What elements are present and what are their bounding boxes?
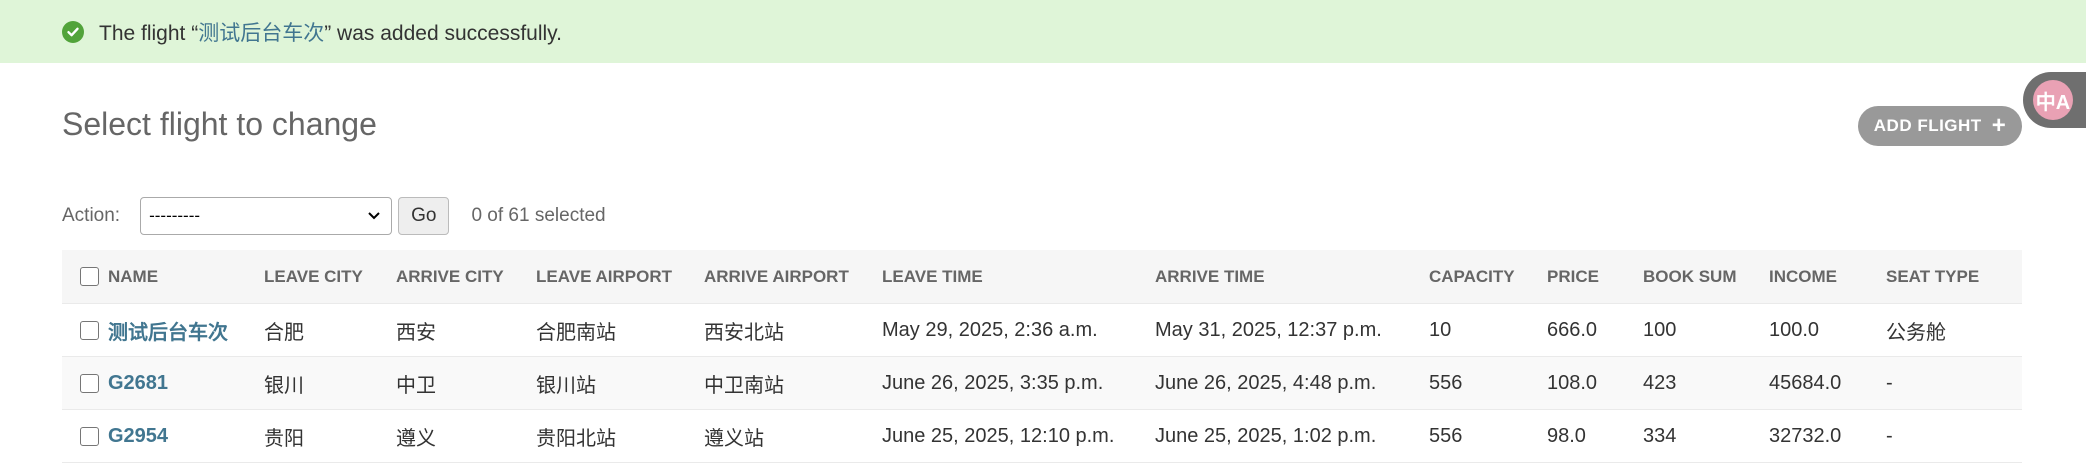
- table-cell: 西安北站: [698, 303, 876, 357]
- table-cell: 公务舱: [1880, 303, 2022, 357]
- table-cell: June 25, 2025, 12:10 p.m.: [876, 409, 1149, 463]
- table-cell: May 29, 2025, 2:36 a.m.: [876, 303, 1149, 357]
- table-cell: 10: [1423, 303, 1541, 357]
- row-select-cell: [62, 356, 102, 410]
- table-cell: 合肥南站: [530, 303, 698, 357]
- chevron-down-icon: [368, 212, 380, 220]
- row-select-cell: [62, 409, 102, 463]
- add-flight-label: Add flight: [1873, 116, 1982, 135]
- action-label: Action:: [62, 205, 121, 226]
- column-header[interactable]: Arrive city: [390, 250, 530, 304]
- table-cell: 贵阳: [258, 409, 390, 463]
- table-cell: 遵义: [390, 409, 530, 463]
- row-select-cell: [62, 303, 102, 357]
- selection-count: 0 of 61 selected: [471, 205, 606, 226]
- column-header[interactable]: Price: [1541, 250, 1637, 304]
- table-cell: 合肥: [258, 303, 390, 357]
- table-cell: 中卫: [390, 356, 530, 410]
- success-message: The flight “测试后台车次” was added successful…: [0, 0, 2086, 63]
- translate-icon[interactable]: 中A: [2033, 80, 2073, 120]
- added-flight-link[interactable]: 测试后台车次: [198, 22, 324, 45]
- plus-icon: +: [1991, 112, 2007, 139]
- success-message-text: The flight “测试后台车次” was added successful…: [99, 21, 562, 45]
- action-select[interactable]: ---------: [140, 197, 393, 235]
- table-cell: 108.0: [1541, 356, 1637, 410]
- column-header[interactable]: Book sum: [1637, 250, 1763, 304]
- column-header[interactable]: Name: [102, 250, 258, 304]
- success-check-icon: [62, 20, 84, 43]
- column-header[interactable]: Leave airport: [530, 250, 698, 304]
- table-cell: 334: [1637, 409, 1763, 463]
- table-cell: 423: [1637, 356, 1763, 410]
- table-cell: 100.0: [1763, 303, 1880, 357]
- table-cell: 32732.0: [1763, 409, 1880, 463]
- add-flight-button[interactable]: Add flight +: [1858, 106, 2022, 146]
- row-checkbox[interactable]: [80, 373, 99, 393]
- column-header[interactable]: Leave city: [258, 250, 390, 304]
- table-cell: 银川: [258, 356, 390, 410]
- table-cell: 556: [1423, 409, 1541, 463]
- action-bar: Action: --------- Go 0 of 61 selected: [62, 196, 606, 236]
- row-checkbox[interactable]: [80, 320, 99, 340]
- table-cell: 98.0: [1541, 409, 1637, 463]
- column-header[interactable]: Seat type: [1880, 250, 2022, 304]
- table-cell: 556: [1423, 356, 1541, 410]
- table-cell: 100: [1637, 303, 1763, 357]
- table-cell: 银川站: [530, 356, 698, 410]
- table-cell: 贵阳北站: [530, 409, 698, 463]
- flight-name-link[interactable]: G2681: [102, 356, 258, 410]
- column-header[interactable]: Arrive airport: [698, 250, 876, 304]
- table-cell: -: [1880, 356, 2022, 410]
- select-all-cell: [62, 250, 102, 304]
- column-header[interactable]: Leave time: [876, 250, 1149, 304]
- table-cell: 45684.0: [1763, 356, 1880, 410]
- table-cell: 中卫南站: [698, 356, 876, 410]
- table-cell: 遵义站: [698, 409, 876, 463]
- table-row: 测试后台车次 合肥 西安 合肥南站 西安北站 May 29, 2025, 2:3…: [62, 303, 2022, 357]
- flight-name-link[interactable]: 测试后台车次: [102, 303, 258, 357]
- row-checkbox[interactable]: [80, 426, 99, 446]
- column-header[interactable]: Arrive time: [1149, 250, 1423, 304]
- table-cell: -: [1880, 409, 2022, 463]
- translate-widget[interactable]: 中A: [2023, 72, 2086, 128]
- page-title: Select flight to change: [62, 106, 377, 142]
- table-cell: 西安: [390, 303, 530, 357]
- table-cell: June 26, 2025, 4:48 p.m.: [1149, 356, 1423, 410]
- table-row: G2954 贵阳 遵义 贵阳北站 遵义站 June 25, 2025, 12:1…: [62, 409, 2022, 463]
- table-cell: May 31, 2025, 12:37 p.m.: [1149, 303, 1423, 357]
- table-row: G2681 银川 中卫 银川站 中卫南站 June 26, 2025, 3:35…: [62, 356, 2022, 410]
- column-header[interactable]: Income: [1763, 250, 1880, 304]
- go-button[interactable]: Go: [398, 197, 450, 235]
- table-header-row: Name Leave city Arrive city Leave airpor…: [62, 250, 2022, 304]
- select-all-checkbox[interactable]: [80, 267, 99, 286]
- action-select-value: ---------: [149, 206, 201, 225]
- table-cell: 666.0: [1541, 303, 1637, 357]
- results-table: Name Leave city Arrive city Leave airpor…: [62, 250, 2022, 463]
- column-header[interactable]: Capacity: [1423, 250, 1541, 304]
- table-cell: June 26, 2025, 3:35 p.m.: [876, 356, 1149, 410]
- flight-name-link[interactable]: G2954: [102, 409, 258, 463]
- table-cell: June 25, 2025, 1:02 p.m.: [1149, 409, 1423, 463]
